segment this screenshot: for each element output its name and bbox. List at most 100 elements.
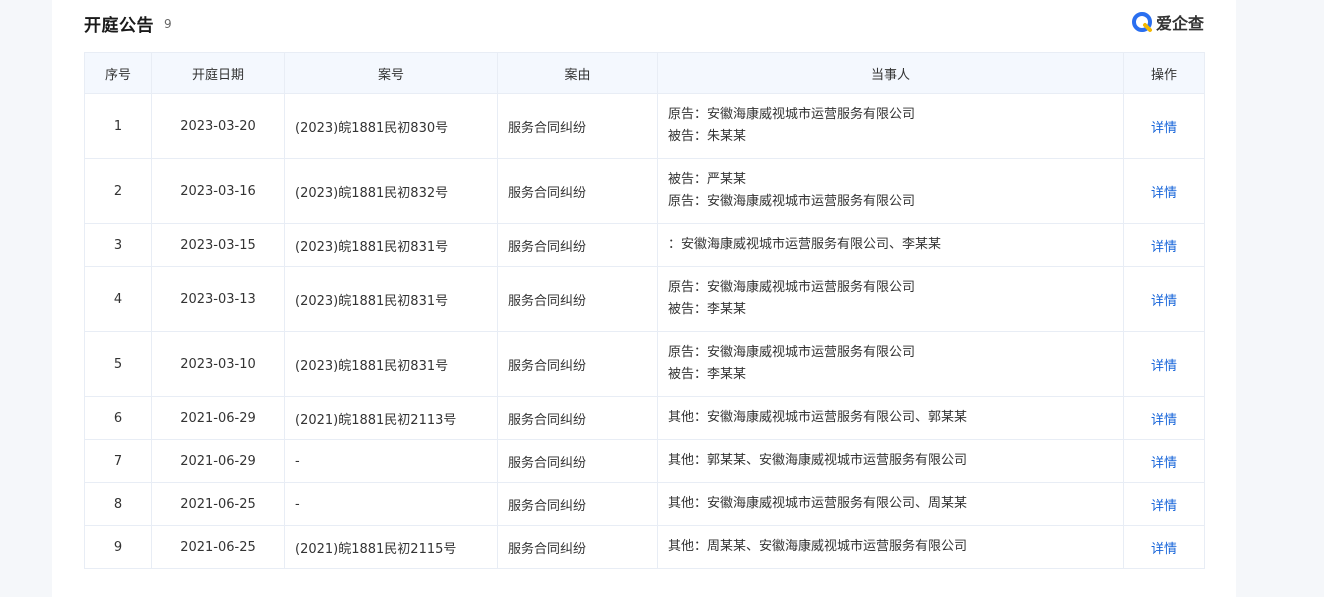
cell-parties: 其他：安徽海康威视城市运营服务有限公司、周某某: [657, 482, 1124, 526]
cell-case-no: (2023)皖1881民初832号: [284, 158, 498, 224]
cell-cause: 服务合同纠纷: [497, 223, 658, 267]
cell-no: 4: [84, 266, 152, 332]
cell-no: 9: [84, 525, 152, 569]
cell-action: 详情: [1123, 396, 1205, 440]
detail-link[interactable]: 详情: [1151, 186, 1177, 201]
cell-case-no: (2023)皖1881民初831号: [284, 331, 498, 397]
cell-cause: 服务合同纠纷: [497, 482, 658, 526]
cell-cause: 服务合同纠纷: [497, 525, 658, 569]
column-header-cause: 案由: [497, 52, 658, 94]
party-line: 被告：李某某: [668, 367, 747, 382]
party-line: 其他：周某某、安徽海康威视城市运营服务有限公司: [668, 539, 968, 554]
party-line: 原告：安徽海康威视城市运营服务有限公司: [668, 107, 916, 122]
column-header-action: 操作: [1123, 52, 1205, 94]
brand-logo[interactable]: 爱企查: [1131, 10, 1204, 34]
column-header-date: 开庭日期: [151, 52, 285, 94]
cell-parties: 原告：安徽海康威视城市运营服务有限公司 被告：李某某: [657, 331, 1124, 397]
cell-date: 2023-03-13: [151, 266, 285, 332]
table-row: 6 2021-06-29 (2021)皖1881民初2113号 服务合同纠纷 其…: [84, 396, 1205, 440]
cell-no: 2: [84, 158, 152, 224]
table-row: 3 2023-03-15 (2023)皖1881民初831号 服务合同纠纷 ：安…: [84, 223, 1205, 267]
cell-no: 8: [84, 482, 152, 526]
court-announcement-table: 序号 开庭日期 案号 案由 当事人 操作 1 2023-03-20 (2023)…: [84, 52, 1205, 569]
cell-parties: 其他：安徽海康威视城市运营服务有限公司、郭某某: [657, 396, 1124, 440]
cell-date: 2023-03-15: [151, 223, 285, 267]
cell-date: 2021-06-25: [151, 482, 285, 526]
cell-no: 6: [84, 396, 152, 440]
detail-link[interactable]: 详情: [1151, 499, 1177, 514]
cell-action: 详情: [1123, 93, 1205, 159]
cell-cause: 服务合同纠纷: [497, 439, 658, 483]
table-row: 7 2021-06-29 - 服务合同纠纷 其他：郭某某、安徽海康威视城市运营服…: [84, 439, 1205, 483]
party-line: 其他：安徽海康威视城市运营服务有限公司、周某某: [668, 496, 968, 511]
cell-cause: 服务合同纠纷: [497, 266, 658, 332]
cell-action: 详情: [1123, 525, 1205, 569]
cell-cause: 服务合同纠纷: [497, 158, 658, 224]
party-line: 其他：安徽海康威视城市运营服务有限公司、郭某某: [668, 410, 968, 425]
column-header-parties: 当事人: [657, 52, 1124, 94]
cell-parties: 原告：安徽海康威视城市运营服务有限公司 被告：李某某: [657, 266, 1124, 332]
table-row: 5 2023-03-10 (2023)皖1881民初831号 服务合同纠纷 原告…: [84, 331, 1205, 397]
cell-parties: ：安徽海康威视城市运营服务有限公司、李某某: [657, 223, 1124, 267]
cell-parties: 被告：严某某 原告：安徽海康威视城市运营服务有限公司: [657, 158, 1124, 224]
cell-action: 详情: [1123, 439, 1205, 483]
brand-name: 爱企查: [1155, 14, 1204, 33]
column-header-no: 序号: [84, 52, 152, 94]
cell-cause: 服务合同纠纷: [497, 331, 658, 397]
table-row: 2 2023-03-16 (2023)皖1881民初832号 服务合同纠纷 被告…: [84, 158, 1205, 224]
party-line: 原告：安徽海康威视城市运营服务有限公司: [668, 194, 916, 209]
table-header-row: 序号 开庭日期 案号 案由 当事人 操作: [84, 52, 1205, 94]
cell-no: 3: [84, 223, 152, 267]
cell-no: 1: [84, 93, 152, 159]
cell-cause: 服务合同纠纷: [497, 93, 658, 159]
cell-date: 2023-03-10: [151, 331, 285, 397]
cell-action: 详情: [1123, 223, 1205, 267]
cell-date: 2021-06-29: [151, 396, 285, 440]
party-line: 其他：郭某某、安徽海康威视城市运营服务有限公司: [668, 453, 968, 468]
cell-date: 2023-03-16: [151, 158, 285, 224]
cell-date: 2023-03-20: [151, 93, 285, 159]
party-line: 被告：严某某: [668, 172, 747, 187]
cell-no: 7: [84, 439, 152, 483]
detail-link[interactable]: 详情: [1151, 240, 1177, 255]
table-row: 9 2021-06-25 (2021)皖1881民初2115号 服务合同纠纷 其…: [84, 525, 1205, 569]
cell-action: 详情: [1123, 331, 1205, 397]
party-line: 被告：朱某某: [668, 129, 747, 144]
detail-link[interactable]: 详情: [1151, 121, 1177, 136]
cell-parties: 其他：周某某、安徽海康威视城市运营服务有限公司: [657, 525, 1124, 569]
cell-action: 详情: [1123, 482, 1205, 526]
cell-case-no: (2023)皖1881民初831号: [284, 266, 498, 332]
cell-action: 详情: [1123, 158, 1205, 224]
column-header-case-no: 案号: [284, 52, 498, 94]
aiqicha-logo-icon: [1131, 12, 1152, 32]
table-row: 4 2023-03-13 (2023)皖1881民初831号 服务合同纠纷 原告…: [84, 266, 1205, 332]
cell-cause: 服务合同纠纷: [497, 396, 658, 440]
cell-case-no: (2023)皖1881民初831号: [284, 223, 498, 267]
party-line: ：安徽海康威视城市运营服务有限公司、李某某: [668, 237, 942, 252]
detail-link[interactable]: 详情: [1151, 542, 1177, 557]
cell-parties: 其他：郭某某、安徽海康威视城市运营服务有限公司: [657, 439, 1124, 483]
cell-date: 2021-06-25: [151, 525, 285, 569]
cell-action: 详情: [1123, 266, 1205, 332]
party-line: 被告：李某某: [668, 302, 747, 317]
party-line: 原告：安徽海康威视城市运营服务有限公司: [668, 280, 916, 295]
detail-link[interactable]: 详情: [1151, 456, 1177, 471]
cell-case-no: -: [284, 482, 498, 526]
party-line: 原告：安徽海康威视城市运营服务有限公司: [668, 345, 916, 360]
cell-date: 2021-06-29: [151, 439, 285, 483]
section-title: 开庭公告: [84, 16, 154, 36]
detail-link[interactable]: 详情: [1151, 413, 1177, 428]
cell-case-no: (2023)皖1881民初830号: [284, 93, 498, 159]
table-row: 1 2023-03-20 (2023)皖1881民初830号 服务合同纠纷 原告…: [84, 93, 1205, 159]
court-announcement-panel: 开庭公告 9 爱企查 序号 开庭日期 案号 案由 当事人 操作 1 2023-0…: [52, 0, 1236, 597]
table-row: 8 2021-06-25 - 服务合同纠纷 其他：安徽海康威视城市运营服务有限公…: [84, 482, 1205, 526]
cell-case-no: (2021)皖1881民初2115号: [284, 525, 498, 569]
cell-no: 5: [84, 331, 152, 397]
detail-link[interactable]: 详情: [1151, 294, 1177, 309]
cell-case-no: (2021)皖1881民初2113号: [284, 396, 498, 440]
cell-case-no: -: [284, 439, 498, 483]
section-header: 开庭公告 9 爱企查: [84, 10, 1204, 38]
record-count: 9: [164, 17, 172, 31]
detail-link[interactable]: 详情: [1151, 359, 1177, 374]
cell-parties: 原告：安徽海康威视城市运营服务有限公司 被告：朱某某: [657, 93, 1124, 159]
